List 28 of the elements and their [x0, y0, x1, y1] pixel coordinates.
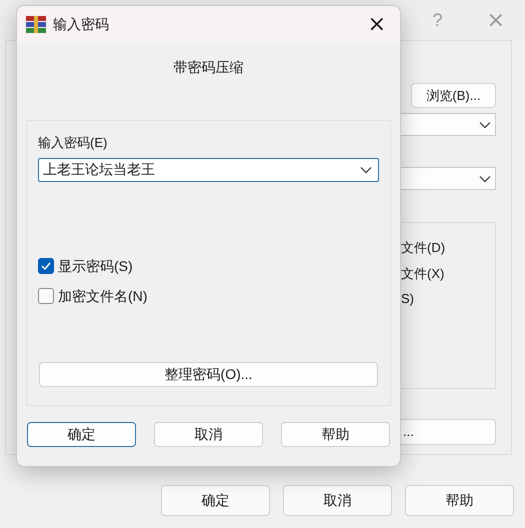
checkbox-label: 加密文件名(N) [58, 286, 148, 306]
option-label: 文件(D) [401, 239, 446, 257]
browse-button[interactable]: 浏览(B)... [411, 83, 496, 108]
checkmark-icon [41, 262, 51, 270]
checkbox-label: 显示密码(S) [58, 256, 133, 276]
password-label: 输入密码(E) [38, 134, 108, 152]
chevron-down-icon [479, 174, 491, 182]
dropdown-field[interactable] [399, 113, 496, 136]
chevron-down-icon [479, 120, 491, 128]
dialog-button[interactable]: 确定 [161, 485, 270, 516]
checkbox[interactable] [38, 288, 54, 304]
password-field[interactable]: 上老王论坛当老王 [38, 158, 379, 182]
dialog-button[interactable]: 帮助 [281, 422, 390, 447]
option-label: 文件(X) [401, 264, 446, 283]
close-button[interactable]: × [368, 14, 386, 36]
chevron-down-icon [360, 166, 372, 174]
option-label: S) [401, 290, 415, 308]
dropdown-field[interactable] [399, 167, 496, 190]
dialog-button[interactable]: 取消 [283, 485, 392, 516]
checkbox[interactable] [38, 258, 54, 274]
dialog-button[interactable]: 确定 [27, 422, 136, 447]
ellipsis-button[interactable]: ... [399, 419, 496, 445]
dialog-heading: 带密码压缩 [174, 58, 244, 77]
dialog-button[interactable]: 取消 [154, 422, 263, 447]
window-title: 输入密码 [53, 15, 109, 34]
dialog-button[interactable]: 帮助 [405, 485, 514, 516]
archive-icon [26, 16, 46, 33]
organize-passwords-button[interactable]: 整理密码(O)... [39, 362, 378, 386]
